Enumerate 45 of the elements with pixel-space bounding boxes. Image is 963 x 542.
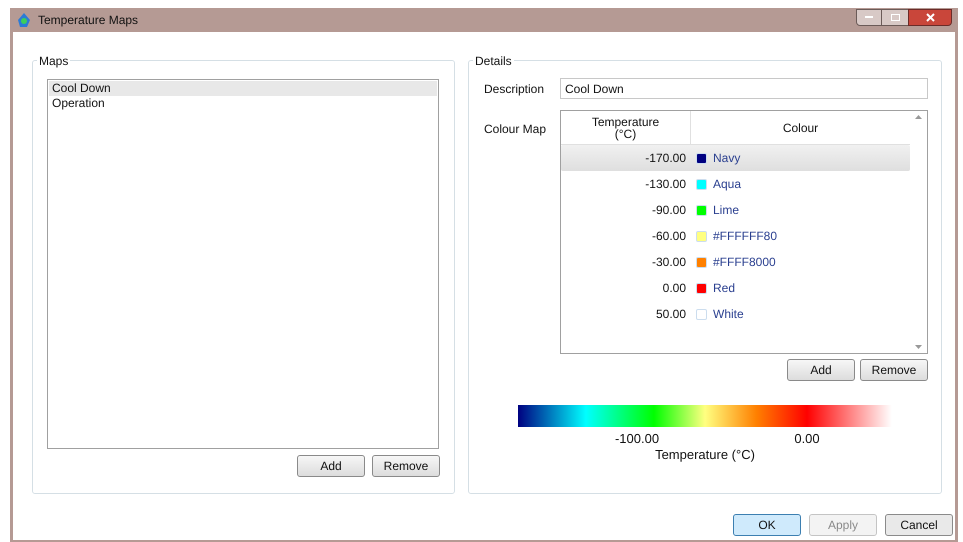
colour-cell-text: #FFFFFF80 <box>713 228 778 245</box>
temperature-cell-text: -170.00 <box>644 150 686 167</box>
temperature-cell-text: 50.00 <box>654 306 686 323</box>
window-title: Temperature Maps <box>38 12 138 29</box>
description-label: Description <box>484 80 546 98</box>
colour-map-label: Colour Map <box>484 121 548 138</box>
tick-label: -100.00 <box>614 430 660 448</box>
scroll-down-icon[interactable] <box>915 345 922 349</box>
add-button[interactable]: Add <box>297 455 365 477</box>
close-button[interactable] <box>908 8 952 26</box>
table-row[interactable]: -170.00 Navy <box>561 145 910 171</box>
app-icon <box>16 12 32 28</box>
add-button[interactable]: Add <box>787 359 855 381</box>
colour-cell-text: Navy <box>713 150 740 167</box>
column-header[interactable]: Temperature (°C) <box>592 116 660 140</box>
table-row[interactable]: -90.00 Lime <box>561 197 910 223</box>
temperature-cell-text: -90.00 <box>650 202 686 219</box>
temperature-cell-text: -60.00 <box>650 228 686 245</box>
cancel-button[interactable]: Cancel <box>885 514 953 536</box>
colour-cell-text: Lime <box>713 202 740 219</box>
remove-button[interactable]: Remove <box>372 455 440 477</box>
colour-cell-text: #FFFF8000 <box>713 254 776 271</box>
remove-button[interactable]: Remove <box>860 359 928 381</box>
temperature-cell-text: 0.00 <box>662 280 686 297</box>
temperature-cell-text: -30.00 <box>650 254 686 271</box>
tick-label: 0.00 <box>794 430 820 448</box>
colour-cell-text: Aqua <box>713 176 742 193</box>
colour-cell-text: Red <box>713 280 736 297</box>
description-field[interactable]: Cool Down <box>560 78 928 99</box>
table-row[interactable]: -30.00 #FFFF8000 <box>561 249 910 275</box>
temperature-cell-text: -130.00 <box>644 176 686 193</box>
column-header[interactable]: Colour <box>782 118 818 136</box>
table-row[interactable]: -130.00 Aqua <box>561 171 910 197</box>
close-icon <box>926 12 934 22</box>
table-row[interactable]: 0.00 Red <box>561 275 910 301</box>
list-item[interactable]: Operation <box>49 96 437 111</box>
scroll-up-icon[interactable] <box>915 115 922 119</box>
colour-cell-text: White <box>713 306 744 323</box>
table-row[interactable]: -60.00 #FFFFFF80 <box>561 223 910 249</box>
axis-label: Temperature (°C) <box>655 446 755 464</box>
minimize-button[interactable] <box>856 8 882 26</box>
maximize-button[interactable] <box>882 8 908 26</box>
list-item[interactable]: Cool Down <box>49 81 437 96</box>
table-row[interactable]: 50.00 White <box>561 301 910 327</box>
ok-button[interactable]: OK <box>733 514 801 536</box>
